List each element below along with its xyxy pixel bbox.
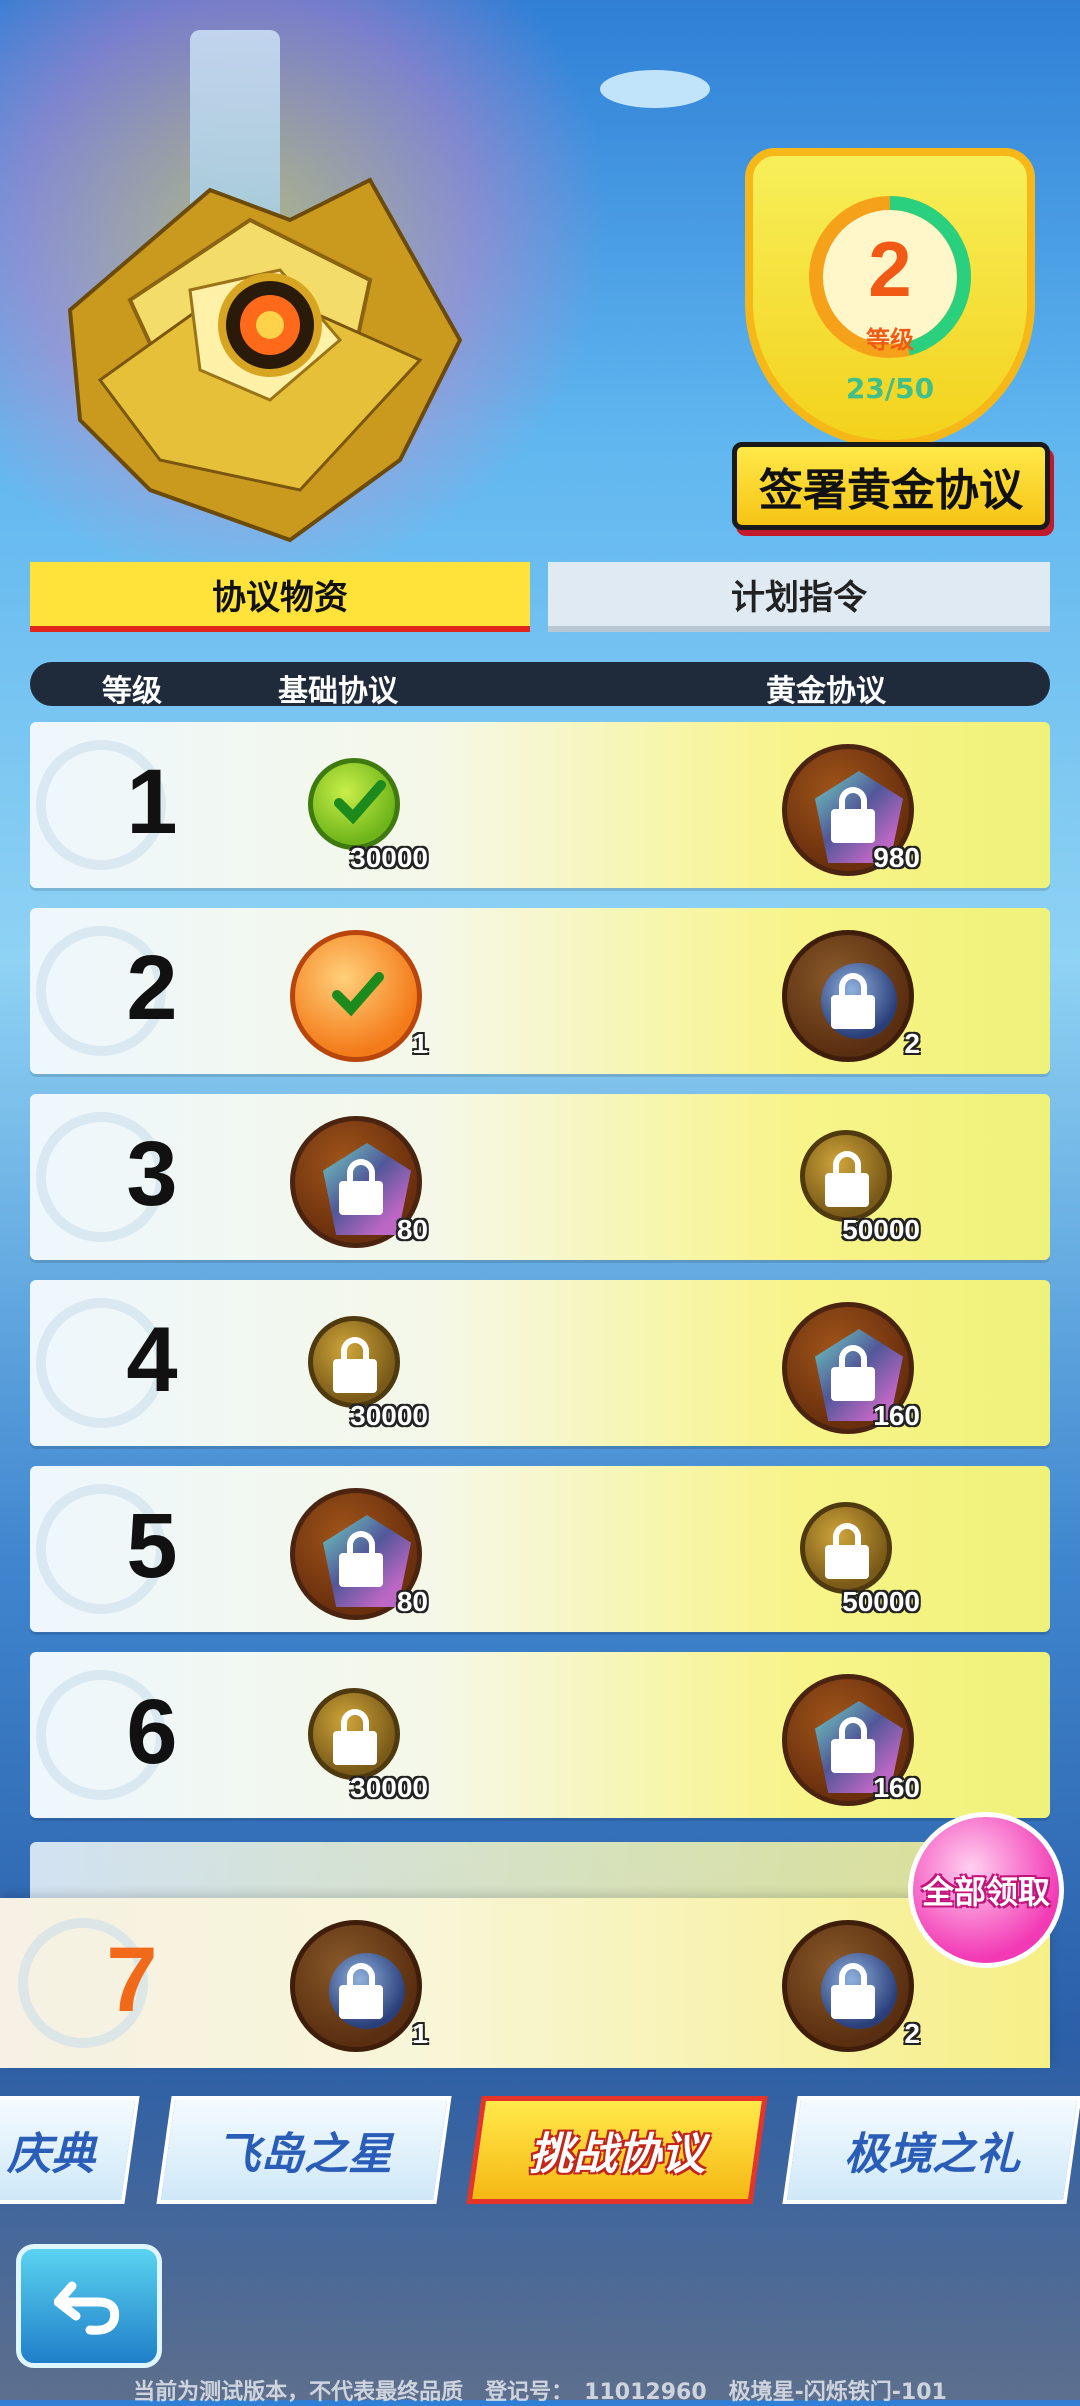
reward-amount: 50000 — [842, 1586, 920, 1617]
nav-tab-challenge-protocol[interactable]: 挑战协议 — [466, 2096, 768, 2204]
lock-icon — [339, 1963, 383, 2019]
reward-amount: 1 — [412, 1028, 428, 1059]
lock-icon — [831, 787, 875, 843]
gold-reward-item[interactable]: 2 — [760, 930, 920, 1062]
lock-icon — [339, 1531, 383, 1587]
reward-amount: 80 — [396, 1586, 428, 1617]
reward-amount: 30000 — [350, 1400, 428, 1431]
gold-reward-item[interactable]: 50000 — [760, 1116, 920, 1246]
reward-amount: 160 — [873, 1400, 920, 1431]
nav-tab-label: 极境之礼 — [844, 2129, 1020, 2180]
gold-reward-item[interactable]: 160 — [760, 1302, 920, 1434]
reward-amount: 980 — [873, 842, 920, 873]
reward-amount: 30000 — [350, 1772, 428, 1803]
reward-coin-icon — [308, 1688, 400, 1780]
reward-coin-icon — [290, 1920, 422, 2052]
lock-icon — [333, 1337, 377, 1393]
reward-amount: 2 — [904, 1028, 920, 1059]
level-label: 等级 — [866, 326, 914, 354]
row-level-number: 5 — [126, 1495, 178, 1597]
reward-coin-icon — [290, 930, 422, 1062]
reward-amount: 1 — [412, 2018, 428, 2049]
reward-row: 3 80 50000 — [30, 1094, 1050, 1260]
header-gold-protocol: 黄金协议 — [766, 674, 886, 709]
lock-icon — [831, 1345, 875, 1401]
row-level-number: 7 — [106, 1929, 158, 2031]
lock-icon — [831, 1717, 875, 1773]
reward-row: 4 30000 160 — [30, 1280, 1050, 1446]
back-arrow-icon — [54, 2281, 120, 2335]
reward-coin-icon — [782, 1920, 914, 2052]
basic-reward-item[interactable]: 1 — [268, 930, 428, 1062]
gold-reward-item[interactable]: 160 — [760, 1674, 920, 1806]
next-level-preview-row: 7 1 2 — [0, 1898, 1050, 2068]
gold-reward-item[interactable]: 2 — [760, 1920, 920, 2052]
basic-reward-item[interactable]: 80 — [268, 1488, 428, 1620]
reward-coin-icon — [800, 1130, 892, 1222]
reward-table-header: 等级 基础协议 黄金协议 — [30, 662, 1050, 709]
sign-gold-protocol-button[interactable]: 签署黄金协议 — [732, 442, 1050, 530]
reward-row-partial — [30, 1842, 1050, 1902]
basic-reward-item[interactable]: 30000 — [268, 1674, 428, 1804]
reward-row: 1 30000 980 — [30, 722, 1050, 888]
reward-amount: 30000 — [350, 842, 428, 873]
reward-coin-icon — [308, 1316, 400, 1408]
row-level-number: 4 — [126, 1309, 178, 1411]
basic-reward-item[interactable]: 80 — [268, 1116, 428, 1248]
row-level-number: 1 — [126, 751, 178, 853]
header-basic-protocol: 基础协议 — [278, 674, 398, 709]
claim-all-label: 全部领取 — [921, 1873, 1050, 1911]
basic-reward-item[interactable]: 30000 — [268, 744, 428, 874]
nav-tab-label: 挑战协议 — [529, 2129, 705, 2180]
lock-icon — [825, 1523, 869, 1579]
row-level-number: 6 — [126, 1681, 178, 1783]
golden-protocol-emblem — [40, 160, 480, 560]
reward-row: 2 1 2 — [30, 908, 1050, 1074]
reward-amount: 2 — [904, 2018, 920, 2049]
build-info-footer: 当前为测试版本，不代表最终品质 登记号： 11012960 极境星-闪烁铁门-1… — [133, 2380, 947, 2405]
reward-row: 5 80 50000 — [30, 1466, 1050, 1632]
reward-coin-icon — [800, 1502, 892, 1594]
basic-reward-item[interactable]: 30000 — [268, 1302, 428, 1432]
current-level: 2 — [868, 225, 912, 313]
lock-icon — [333, 1709, 377, 1765]
reward-row: 6 30000 160 — [30, 1652, 1050, 1818]
reward-coin-icon — [308, 758, 400, 850]
lock-icon — [831, 1963, 875, 2019]
check-icon — [334, 780, 386, 825]
gold-reward-item[interactable]: 50000 — [760, 1488, 920, 1618]
row-level-number: 3 — [126, 1123, 178, 1225]
gold-reward-item[interactable]: 980 — [760, 744, 920, 876]
nav-tab-label: 庆典 — [6, 2129, 96, 2180]
lock-icon — [339, 1159, 383, 1215]
basic-reward-item[interactable]: 1 — [268, 1920, 428, 2052]
tab-plan-commands[interactable]: 计划指令 — [548, 562, 1050, 632]
tab-protocol-supplies[interactable]: 协议物资 — [30, 562, 530, 632]
nav-tab-label: 飞岛之星 — [216, 2129, 392, 2180]
lock-icon — [825, 1151, 869, 1207]
level-badge: 2 等级 23/50 — [745, 148, 1035, 448]
background-floating-disc — [600, 70, 710, 108]
check-icon — [332, 972, 384, 1017]
header-level: 等级 — [102, 674, 162, 709]
lock-icon — [831, 973, 875, 1029]
reward-amount: 50000 — [842, 1214, 920, 1245]
reward-amount: 80 — [396, 1214, 428, 1245]
nav-tab-flying-island-star[interactable]: 飞岛之星 — [156, 2096, 452, 2204]
nav-tab-extreme-gift[interactable]: 极境之礼 — [782, 2096, 1080, 2204]
reward-coin-icon — [782, 930, 914, 1062]
claim-all-button[interactable]: 全部领取 — [908, 1812, 1064, 1968]
row-level-number: 2 — [126, 937, 178, 1039]
back-button[interactable] — [16, 2244, 162, 2368]
level-progress-text: 23/50 — [845, 372, 935, 405]
nav-tab-celebration[interactable]: 庆典 — [0, 2096, 140, 2204]
reward-amount: 160 — [873, 1772, 920, 1803]
